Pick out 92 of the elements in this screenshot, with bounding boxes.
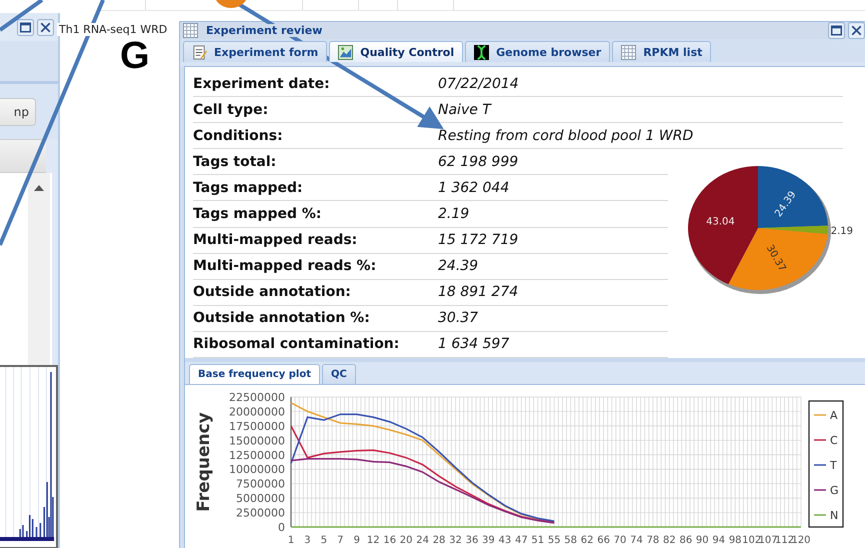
sample-label: Th1 RNA-seq1 WRD	[57, 23, 170, 36]
legend-label: A	[830, 409, 838, 422]
scroll-up-icon[interactable]	[34, 185, 44, 191]
field-value: 07/22/2014	[438, 76, 519, 92]
tab[interactable]: QC	[322, 364, 356, 384]
field-label: Multi-mapped reads:	[193, 232, 358, 248]
chart-icon	[338, 44, 354, 60]
x-tick-label: 66	[597, 535, 610, 546]
x-tick-label: 78	[646, 535, 660, 546]
grid-header	[0, 139, 46, 173]
x-tick-label: 86	[679, 535, 692, 546]
window-title: Experiment review	[204, 24, 324, 37]
y-tick-label: 2500000	[236, 506, 285, 520]
field-value: 30.37	[438, 310, 478, 326]
x-tick-label: 28	[432, 535, 446, 546]
slice-label: 43.04	[706, 216, 735, 228]
x-tick-label: 47	[514, 535, 528, 546]
y-tick-label: 10000000	[229, 463, 285, 476]
x-tick-label: 51	[531, 535, 544, 546]
tab[interactable]: Genome browser	[465, 41, 610, 62]
slice-label: 2.19	[830, 226, 854, 237]
field-value: 15 172 719	[438, 232, 518, 248]
y-tick-label: 5000000	[236, 492, 285, 506]
tab[interactable]: Quality Control	[329, 41, 464, 62]
field-value: 1 634 597	[438, 336, 510, 352]
field-label: Tags total:	[193, 154, 278, 170]
field-label: Cell type:	[193, 102, 270, 118]
grid-icon	[621, 44, 636, 60]
y-tick-label: 0	[278, 521, 285, 534]
y-tick-label: 7500000	[236, 478, 285, 491]
grid-icon	[183, 23, 198, 38]
maximize-icon[interactable]	[828, 22, 845, 39]
field-value: Resting from cord blood pool 1 WRD	[438, 128, 694, 144]
x-tick-label: 24	[416, 535, 429, 546]
x-tick-label: 55	[548, 535, 561, 546]
form-icon	[192, 44, 207, 60]
field-label: Outside annotation %:	[193, 310, 371, 326]
tab[interactable]: Base frequency plot	[189, 364, 320, 384]
legend-label: C	[830, 434, 838, 447]
x-tick-label: 43	[498, 535, 512, 546]
tab[interactable]: Experiment form	[183, 41, 328, 62]
close-icon[interactable]	[37, 18, 54, 36]
x-tick-label: 70	[614, 535, 626, 546]
field-label: Outside annotation:	[193, 284, 352, 300]
field-value: 62 198 999	[438, 154, 518, 170]
x-tick-label: 12	[366, 535, 380, 546]
y-tick-label: 22500000	[229, 391, 285, 404]
x-tick-label: 107	[758, 535, 778, 546]
x-tick-label: 62	[580, 535, 594, 546]
scrollbar[interactable]	[28, 173, 50, 365]
panel-label: G	[120, 37, 150, 75]
field-label: Experiment date:	[193, 76, 331, 92]
x-tick-label: 32	[449, 535, 462, 546]
field-value: 24.39	[438, 258, 478, 274]
y-tick-label: 12500000	[229, 448, 285, 462]
legend-label: T	[830, 459, 837, 472]
y-axis-label: Frequency	[194, 412, 214, 512]
x-tick-label: 7	[337, 535, 344, 546]
field-value: 2.19	[438, 206, 470, 222]
field-value: Naive T	[438, 102, 491, 118]
x-tick-label: 82	[663, 535, 676, 546]
x-tick-label: 1	[288, 535, 294, 546]
x-tick-label: 20	[400, 535, 413, 546]
x-tick-label: 16	[383, 535, 396, 546]
x-tick-label: 98	[728, 535, 742, 546]
close-icon[interactable]	[848, 22, 865, 39]
tab[interactable]: RPKM list	[612, 41, 712, 62]
field-label: Tags mapped %:	[193, 206, 323, 222]
legend-label: N	[830, 509, 838, 522]
legend-label: G	[830, 484, 839, 497]
x-tick-label: 9	[354, 535, 360, 546]
field-label: Multi-mapped reads %:	[193, 258, 378, 274]
x-tick-label: 39	[482, 535, 495, 546]
x-tick-label: 94	[712, 535, 726, 546]
field-label: Tags mapped:	[193, 180, 304, 196]
y-tick-label: 15000000	[229, 434, 285, 448]
field-value: 1 362 044	[438, 180, 510, 196]
x-tick-label: 58	[564, 535, 578, 546]
maximize-icon[interactable]	[17, 18, 34, 36]
x-tick-label: 74	[630, 535, 643, 546]
x-tick-label: 36	[466, 535, 478, 546]
field-label: Conditions:	[193, 128, 284, 144]
toolbar-button[interactable]: np	[0, 98, 36, 126]
x-tick-label: 90	[696, 535, 709, 546]
y-tick-label: 17500000	[229, 420, 285, 433]
helix-icon	[474, 44, 490, 60]
field-label: Ribosomal contamination:	[193, 336, 400, 352]
x-tick-label: 3	[304, 535, 311, 546]
field-value: 18 891 274	[438, 284, 518, 300]
x-tick-label: 5	[320, 535, 328, 546]
x-tick-label: 102	[742, 535, 762, 546]
y-tick-label: 20000000	[229, 405, 285, 418]
